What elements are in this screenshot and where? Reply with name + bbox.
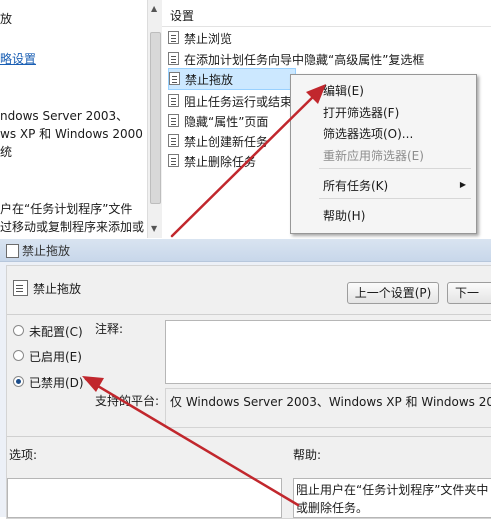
scrollbar-thumb[interactable] [150, 32, 161, 204]
radio-label: 已启用(E) [29, 350, 82, 364]
policy-item-label: 在添加计划任务向导中隐藏“高级属性”复选框 [184, 53, 425, 67]
edit-policy-link[interactable]: 略设置 [0, 50, 36, 67]
scroll-down-arrow-icon[interactable]: ▼ [151, 224, 157, 233]
radio-button[interactable] [13, 350, 24, 361]
policy-icon [168, 134, 179, 147]
help-text-line-2: 或删除任务。 [296, 501, 369, 515]
policy-icon [169, 72, 180, 85]
scroll-up-arrow-icon[interactable]: ▲ [151, 4, 157, 13]
help-text-line-1: 阻止用户在“任务计划程序”文件夹中 [296, 483, 489, 497]
menu-separator [319, 168, 471, 169]
supported-platform-label: 支持的平台: [95, 394, 160, 408]
requirement-text-2: ws XP 和 Windows 2000 [0, 127, 143, 141]
policy-icon [168, 154, 179, 167]
submenu-arrow-icon: ▶ [459, 180, 466, 189]
previous-setting-button[interactable]: 上一个设置(P) [347, 282, 439, 304]
options-area [7, 478, 282, 518]
radio-label: 未配置(C) [29, 325, 83, 339]
policy-item-label: 禁止浏览 [184, 32, 233, 46]
policy-item-no-drag-drop[interactable]: 禁止拖放 [168, 68, 296, 90]
policy-item-label: 禁止拖放 [185, 73, 234, 87]
policy-item-label: 阻止任务运行或结束 [184, 95, 293, 109]
context-menu: 编辑(E) 打开筛选器(F) 筛选器选项(O)... 重新应用筛选器(E) 所有… [290, 74, 477, 234]
policy-item-label: 禁止创建新任务 [184, 135, 269, 149]
help-label: 帮助: [293, 448, 322, 462]
requirement-text-1: ndows Server 2003、 [0, 109, 129, 123]
menu-item-reapply-filter: 重新应用筛选器(E) [323, 149, 424, 163]
help-textbox[interactable]: 阻止用户在“任务计划程序”文件夹中 或删除任务。 [293, 478, 491, 518]
policy-icon [168, 52, 179, 65]
comment-label: 注释: [95, 322, 124, 336]
policy-icon [168, 114, 179, 127]
menu-item-edit[interactable]: 编辑(E) [323, 82, 364, 99]
menu-separator [319, 198, 471, 199]
menu-item-all-tasks[interactable]: 所有任务(K) [323, 177, 388, 194]
radio-label: 已禁用(D) [29, 376, 84, 390]
radio-button[interactable] [13, 325, 24, 336]
left-description-pane: 放 略设置 ndows Server 2003、 ws XP 和 Windows… [0, 0, 147, 238]
policy-dialog: 禁止拖放 禁止拖放 上一个设置(P) 下一 未配置(C) 已启用(E) 已禁用(… [0, 239, 491, 519]
policy-item-no-browse[interactable]: 禁止浏览 [168, 28, 488, 48]
policy-item-hide-advanced[interactable]: 在添加计划任务向导中隐藏“高级属性”复选框 [168, 49, 488, 69]
menu-item-open-filter[interactable]: 打开筛选器(F) [323, 104, 399, 121]
policy-item-label: 禁止删除任务 [184, 155, 257, 169]
policy-icon [13, 280, 28, 296]
comment-textbox[interactable] [165, 320, 491, 384]
header-divider [7, 314, 491, 315]
radio-button-selected[interactable] [13, 376, 24, 387]
dialog-policy-name: 禁止拖放 [33, 282, 82, 296]
next-setting-button[interactable]: 下一 [447, 282, 491, 304]
section-divider [7, 436, 491, 437]
dialog-title: 禁止拖放 [22, 244, 71, 258]
dialog-title-bar[interactable]: 禁止拖放 [0, 239, 491, 262]
settings-column-label: 设置 [170, 9, 195, 23]
supported-platform-box: 仅 Windows Server 2003、Windows XP 和 Windo… [165, 388, 491, 428]
requirement-text-3: 统 [0, 145, 13, 159]
left-pane-scrollbar[interactable]: ▲ ▼ [147, 0, 162, 238]
settings-column-header[interactable]: 设置 [162, 4, 491, 27]
menu-item-help[interactable]: 帮助(H) [323, 207, 365, 224]
dialog-body: 禁止拖放 上一个设置(P) 下一 未配置(C) 已启用(E) 已禁用(D) 注释… [6, 265, 491, 519]
policy-icon [168, 94, 179, 107]
menu-item-filter-options[interactable]: 筛选器选项(O)... [323, 125, 413, 142]
description-text-1: 户在“任务计划程序”文件 [0, 202, 133, 216]
dialog-title-icon [6, 244, 19, 258]
policy-title-fragment: 放 [0, 12, 13, 26]
supported-platform-value: 仅 Windows Server 2003、Windows XP 和 Windo… [170, 395, 491, 409]
policy-item-label: 隐藏“属性”页面 [184, 115, 269, 129]
description-text-2: 过移动或复制程序来添加或 [0, 220, 145, 234]
policy-icon [168, 31, 179, 44]
options-label: 选项: [9, 448, 38, 462]
